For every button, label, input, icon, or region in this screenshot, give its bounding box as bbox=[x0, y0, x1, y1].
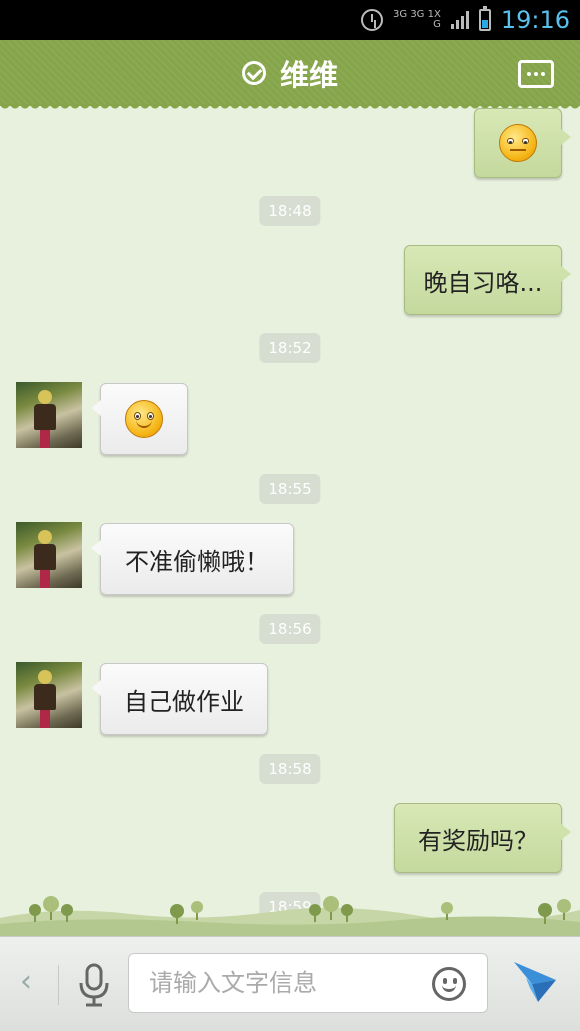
contact-avatar[interactable] bbox=[16, 662, 82, 728]
message-text: 有奖励吗？ bbox=[418, 826, 538, 855]
title-bar: 维维 bbox=[0, 40, 580, 112]
divider bbox=[58, 965, 59, 1005]
message-timestamp: 18:58 bbox=[259, 754, 321, 784]
message-list[interactable]: 18:48 晚自习咯... 18:52 18:55 不准偷懒哦！ 18:56 自… bbox=[0, 106, 580, 936]
message-bubble-outgoing[interactable]: 晚自习咯... bbox=[404, 245, 571, 315]
message-bubble-outgoing[interactable] bbox=[474, 108, 571, 178]
chat-screen: 3G 3G 1X G 19:16 维维 18:48 晚自习咯... 18:52 … bbox=[0, 0, 580, 1031]
more-menu-icon bbox=[527, 72, 531, 76]
chevron-left-icon[interactable]: ‹ bbox=[20, 967, 38, 997]
status-time: 19:16 bbox=[500, 6, 570, 34]
input-bar: ‹ bbox=[0, 936, 580, 1031]
chat-title: 维维 bbox=[279, 58, 338, 92]
network-indicator: 3G 3G 1X G bbox=[393, 10, 441, 30]
status-bar: 3G 3G 1X G 19:16 bbox=[0, 0, 580, 40]
more-menu-button[interactable] bbox=[518, 60, 554, 88]
message-text: 不准偷懒哦！ bbox=[125, 547, 269, 576]
message-bubble-incoming[interactable]: 自己做作业 bbox=[91, 663, 268, 735]
signal-strength-icon bbox=[450, 11, 469, 29]
message-bubble-incoming[interactable] bbox=[91, 383, 188, 455]
message-timestamp: 18:48 bbox=[259, 196, 321, 226]
network-secondary-label: G bbox=[433, 19, 441, 30]
message-timestamp: 18:52 bbox=[259, 333, 321, 363]
meh-emoji-icon bbox=[499, 124, 537, 162]
message-bubble-incoming[interactable]: 不准偷懒哦！ bbox=[91, 523, 294, 595]
message-bubble-outgoing[interactable]: 有奖励吗？ bbox=[394, 803, 571, 873]
smile-emoji-icon bbox=[125, 400, 163, 438]
smiley-icon[interactable] bbox=[432, 967, 466, 1001]
contact-avatar[interactable] bbox=[16, 522, 82, 588]
message-timestamp: 18:55 bbox=[259, 474, 321, 504]
alarm-clock-icon bbox=[361, 9, 384, 31]
battery-icon bbox=[478, 6, 491, 31]
contact-avatar[interactable] bbox=[16, 382, 82, 448]
message-text: 自己做作业 bbox=[124, 687, 244, 716]
landscape-decoration bbox=[0, 896, 580, 936]
check-circle-icon bbox=[241, 61, 266, 85]
message-timestamp: 18:56 bbox=[259, 614, 321, 644]
microphone-icon[interactable] bbox=[76, 963, 112, 1007]
message-text: 晚自习咯... bbox=[423, 268, 543, 297]
send-icon[interactable] bbox=[512, 958, 558, 1006]
